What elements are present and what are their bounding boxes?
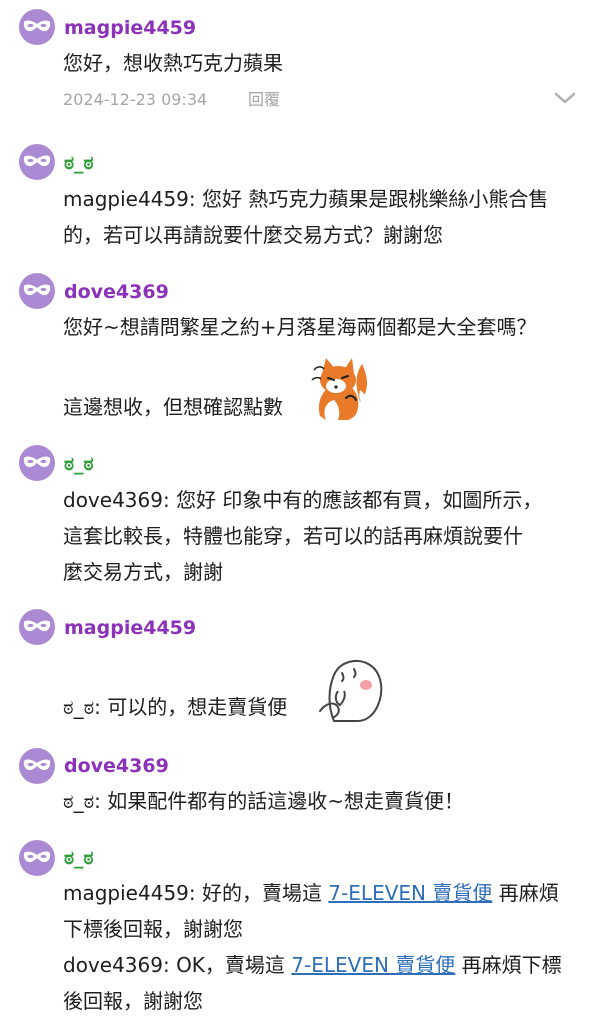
comment: ಠ_ಠ magpie4459: 您好 熱巧克力蘋果是跟桃樂絲小熊合售 的，若可以… [0,140,605,270]
store-link[interactable]: 7-ELEVEN 賣貨便 [291,953,455,977]
mask-icon[interactable] [19,609,55,645]
comment: dove4369 ಠ_ಠ: 如果配件都有的話這邊收~想走賣貨便！ [0,745,605,835]
comment: ಠ_ಠ dove4369: 您好 印象中有的應該都有買，如圖所示， 這套比較長，… [0,440,605,605]
comment-text-line: magpie4459: 好的，賣場這 7-ELEVEN 賣貨便 再麻煩 [63,875,583,911]
comment-body: magpie4459: 好的，賣場這 7-ELEVEN 賣貨便 再麻煩 下標後回… [63,875,583,1019]
ghost-sticker [319,659,383,722]
comment: magpie4459 您好，想收熱巧克力蘋果 2024-12-23 09:34 … [0,0,605,140]
comment-timestamp: 2024-12-23 09:34 [63,90,208,109]
chevron-down-icon[interactable] [553,90,577,106]
comment: magpie4459 ಠ_ಠ: 可以的，想走賣貨便 [0,605,605,745]
comment-text-line: 這套比較長，特體也能穿，若可以的話再麻煩說要什 [63,524,523,548]
comment-username[interactable]: dove4369 [64,280,169,304]
comment-body: 您好~想請問繁星之約+月落星海兩個都是大全套嗎？ [63,309,583,345]
mask-icon[interactable] [19,748,55,784]
mask-icon[interactable] [19,144,55,180]
comment-text-line: 的，若可以再請說要什麼交易方式？謝謝您 [63,223,443,247]
fox-sticker [311,358,367,420]
mask-icon[interactable] [19,273,55,309]
comment: dove4369 您好~想請問繁星之約+月落星海兩個都是大全套嗎？ 這邊想收，但… [0,270,605,440]
comment-text-segment: 再麻煩下標 [455,953,562,977]
comment-username[interactable]: dove4369 [64,754,169,778]
comment-text-line: magpie4459: 您好 熱巧克力蘋果是跟桃樂絲小熊合售 [63,187,549,211]
comment-body: 您好，想收熱巧克力蘋果 [63,45,583,81]
comment-text-line: dove4369: OK，賣場這 7-ELEVEN 賣貨便 再麻煩下標 [63,947,583,983]
comment-text-segment: dove4369: OK，賣場這 [63,953,292,977]
comment-text-line: 後回報，謝謝您 [63,989,203,1013]
mask-icon[interactable] [19,840,55,876]
comment-thread: magpie4459 您好，想收熱巧克力蘋果 2024-12-23 09:34 … [0,0,605,1024]
comment-text-line: ಠ_ಠ: 如果配件都有的話這邊收~想走賣貨便！ [63,789,465,813]
store-link[interactable]: 7-ELEVEN 賣貨便 [328,881,492,905]
comment-body: magpie4459: 您好 熱巧克力蘋果是跟桃樂絲小熊合售 的，若可以再請說要… [63,181,583,253]
comment-username[interactable]: ಠ_ಠ [64,452,94,476]
comment-text-line: 麼交易方式，謝謝 [63,560,223,584]
comment-username[interactable]: magpie4459 [64,616,196,640]
comment-text-segment: 再麻煩 [492,881,559,905]
comment-username[interactable]: ಠ_ಠ [64,151,94,175]
mask-icon[interactable] [19,9,55,45]
comment-username[interactable]: ಠ_ಠ [64,846,94,870]
reply-button[interactable]: 回覆 [248,90,280,110]
comment-text-line: dove4369: 您好 印象中有的應該都有買，如圖所示， [63,488,543,512]
comment-text-line: 下標後回報，謝謝您 [63,917,243,941]
mask-icon[interactable] [19,445,55,481]
comment-text-line: 您好~想請問繁星之約+月落星海兩個都是大全套嗎？ [63,315,537,339]
comment: ಠ_ಠ magpie4459: 好的，賣場這 7-ELEVEN 賣貨便 再麻煩 … [0,835,605,1024]
comment-text-line: 您好，想收熱巧克力蘋果 [63,51,283,75]
comment-body: dove4369: 您好 印象中有的應該都有買，如圖所示， 這套比較長，特體也能… [63,482,583,590]
comment-text-segment: magpie4459: 好的，賣場這 [63,881,329,905]
comment-body: ಠ_ಠ: 如果配件都有的話這邊收~想走賣貨便！ [63,783,583,819]
comment-username[interactable]: magpie4459 [64,16,196,40]
